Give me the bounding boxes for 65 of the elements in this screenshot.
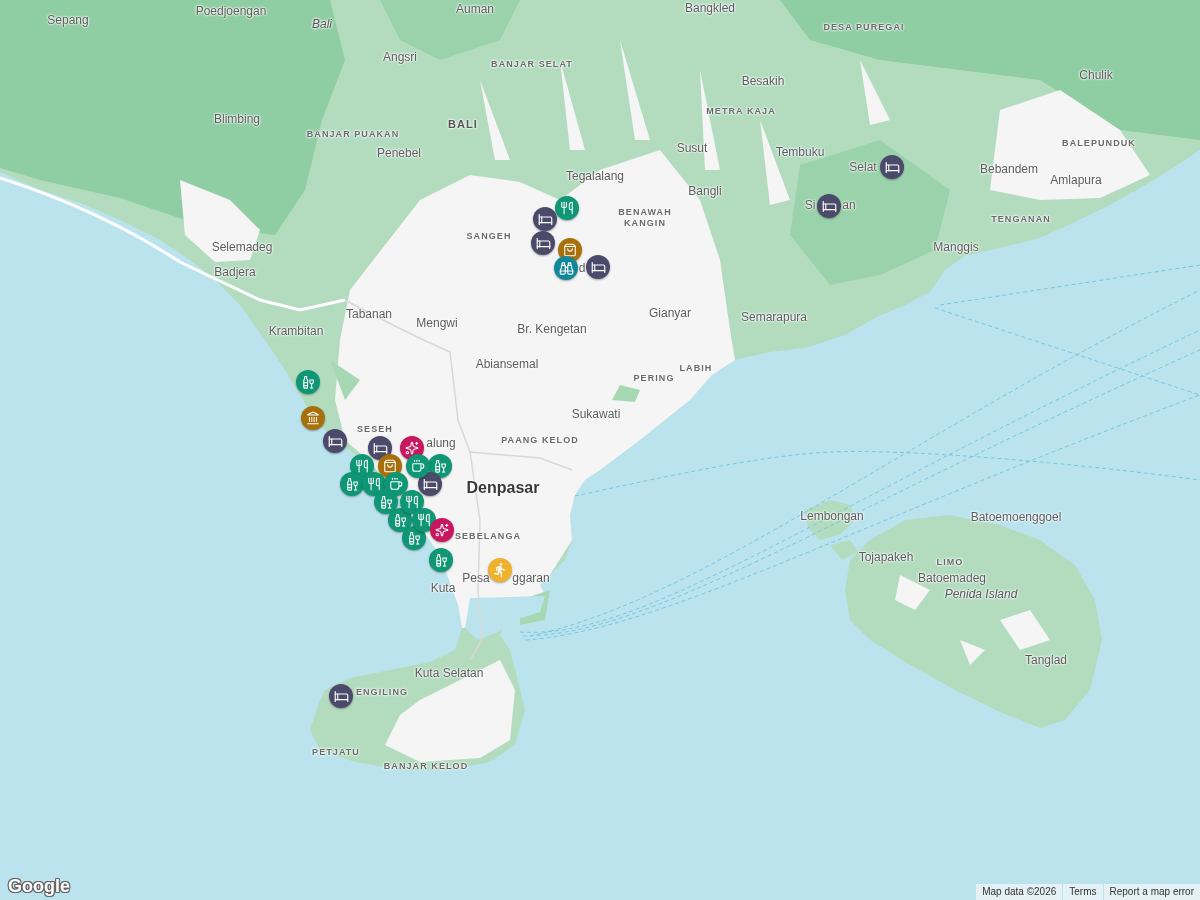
region-label: Penida Island: [944, 586, 1018, 602]
place-label: alung: [426, 435, 456, 451]
google-logo: Google: [8, 877, 70, 897]
place-label: Penebel: [377, 145, 421, 161]
district-label: DESA PUREGAI: [823, 21, 905, 33]
district-label: BANJAR PUAKAN: [306, 128, 400, 140]
place-label: Auman: [456, 1, 494, 17]
city-label: Denpasar: [466, 478, 540, 498]
district-label: BANJAR SELAT: [491, 58, 573, 70]
place-label: Krambitan: [268, 323, 324, 339]
place-label: Lembongan: [800, 508, 864, 524]
place-label: Semarapura: [741, 309, 807, 325]
district-label: BENAWAH KANGIN: [617, 207, 673, 229]
place-label: Tanglad: [1025, 652, 1067, 668]
place-label: Sukawati: [571, 406, 621, 422]
place-label: Poedjoengan: [195, 3, 267, 19]
place-label: Selat: [849, 159, 877, 175]
place-label: Tembuku: [775, 144, 825, 160]
place-label: Mengwi: [416, 315, 458, 331]
attribution-link[interactable]: Report a map error: [1103, 884, 1200, 900]
district-label: BANJAR KELOD: [383, 760, 469, 772]
place-label: Susut: [676, 140, 708, 156]
place-label: d: [578, 260, 586, 276]
place-label: Blimbing: [214, 111, 260, 127]
place-label: Kuta: [430, 580, 456, 596]
district-label: PETJATU: [312, 746, 360, 758]
place-label: Chulik: [1079, 67, 1113, 83]
attribution-link[interactable]: Terms: [1063, 884, 1103, 900]
district-label: METRA KAJA: [706, 105, 776, 117]
place-label: Bangli: [688, 183, 722, 199]
district-label: PAANG KELOD: [501, 434, 579, 446]
place-label: Sepang: [47, 12, 89, 28]
place-label: Tojapakeh: [858, 549, 914, 565]
place-label: Bebandem: [980, 161, 1038, 177]
place-label: Batoemadeg: [917, 570, 987, 586]
place-label: Batoemoenggoel: [970, 509, 1062, 525]
area-label: BALI: [447, 118, 479, 132]
district-label: SANGEH: [466, 230, 512, 242]
place-label: Pesa: [462, 570, 490, 586]
district-label: LIMO: [936, 556, 964, 568]
place-label: Selemadeg: [211, 239, 273, 255]
place-label: Badjera: [214, 264, 256, 280]
district-label: SEBELANGA: [454, 530, 522, 542]
place-label: Gianyar: [649, 305, 691, 321]
place-label: Kuta Selatan: [414, 665, 484, 681]
place-label: Si: [804, 197, 816, 213]
place-label: Amlapura: [1050, 172, 1102, 188]
district-label: SESEH: [357, 423, 393, 435]
place-label: ggaran: [512, 570, 550, 586]
place-label: Angsri: [383, 49, 417, 65]
place-label: Besakih: [741, 73, 785, 89]
place-label: an: [842, 197, 856, 213]
place-label: Br. Kengetan: [517, 321, 587, 337]
place-label: Bangkled: [685, 0, 735, 16]
district-label: TENGANAN: [991, 213, 1051, 225]
place-label: Abiansemal: [475, 356, 539, 372]
district-label: PERING: [633, 372, 675, 384]
map-data-attribution: Map data ©2026: [976, 884, 1063, 900]
region-label: Bali: [312, 16, 332, 32]
district-label: LABIH: [679, 362, 713, 374]
district-label: ENGILING: [355, 686, 409, 698]
place-label: Tegalalang: [565, 168, 625, 184]
place-label: Tabanan: [346, 306, 392, 322]
place-label: Manggis: [933, 239, 979, 255]
district-label: BALEPUNDUK: [1062, 137, 1136, 149]
